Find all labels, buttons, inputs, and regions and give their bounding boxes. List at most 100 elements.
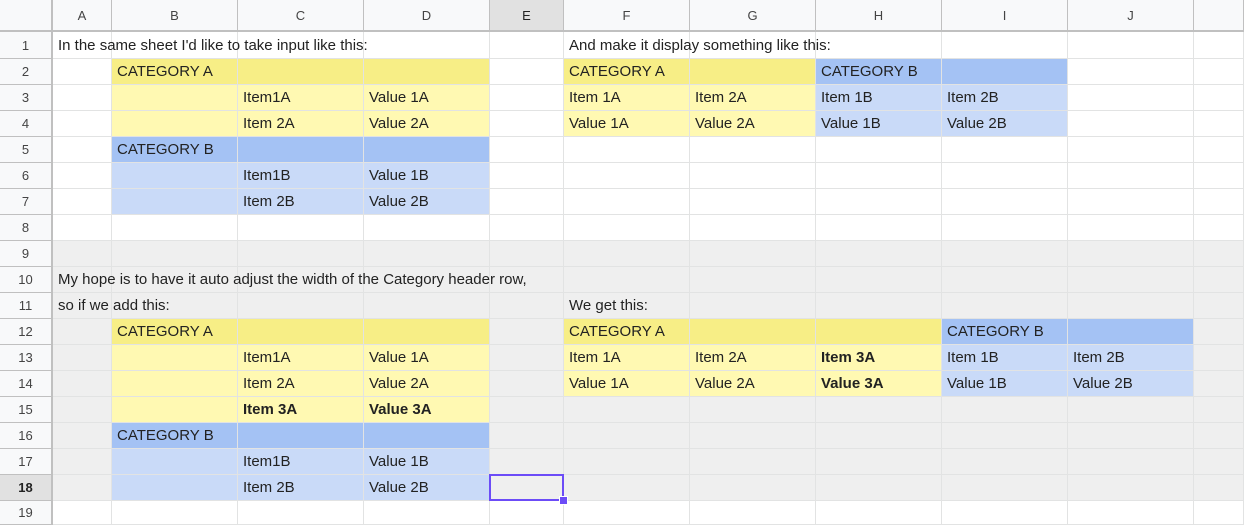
cell-i17[interactable] — [942, 449, 1068, 475]
cell-i4[interactable]: Value 2B — [942, 111, 1068, 137]
cell-f1[interactable]: And make it display something like this: — [564, 32, 831, 59]
cell-e5[interactable] — [490, 137, 564, 163]
column-header-e[interactable]: E — [490, 0, 564, 32]
cell-c5[interactable] — [238, 137, 364, 163]
cell-d19[interactable] — [364, 501, 490, 525]
cell-j9[interactable] — [1068, 241, 1194, 267]
cell-h13[interactable]: Item 3A — [816, 345, 942, 371]
cell-h10[interactable] — [816, 267, 942, 293]
cell-f12[interactable]: CATEGORY A — [564, 319, 690, 345]
cell-h4[interactable]: Value 1B — [816, 111, 942, 137]
cell-g10[interactable] — [690, 267, 816, 293]
row-header-3[interactable]: 3 — [0, 85, 53, 111]
row-header-12[interactable]: 12 — [0, 319, 53, 345]
cell-a18[interactable] — [53, 475, 112, 501]
cell-a13[interactable] — [53, 345, 112, 371]
cell-g4[interactable]: Value 2A — [690, 111, 816, 137]
cell-k3[interactable] — [1194, 85, 1244, 111]
cell-d18[interactable]: Value 2B — [364, 475, 490, 501]
cell-d4[interactable]: Value 2A — [364, 111, 490, 137]
cell-g18[interactable] — [690, 475, 816, 501]
cell-k9[interactable] — [1194, 241, 1244, 267]
cell-c18[interactable]: Item 2B — [238, 475, 364, 501]
cell-e4[interactable] — [490, 111, 564, 137]
cell-f4[interactable]: Value 1A — [564, 111, 690, 137]
cell-k19[interactable] — [1194, 501, 1244, 525]
cell-f9[interactable] — [564, 241, 690, 267]
cell-d5[interactable] — [364, 137, 490, 163]
cell-j18[interactable] — [1068, 475, 1194, 501]
cell-e16[interactable] — [490, 423, 564, 449]
cell-a15[interactable] — [53, 397, 112, 423]
cell-g5[interactable] — [690, 137, 816, 163]
cell-e19[interactable] — [490, 501, 564, 525]
cell-j14[interactable]: Value 2B — [1068, 371, 1194, 397]
cell-k13[interactable] — [1194, 345, 1244, 371]
cell-k12[interactable] — [1194, 319, 1244, 345]
cell-b15[interactable] — [112, 397, 238, 423]
row-header-7[interactable]: 7 — [0, 189, 53, 215]
cell-b13[interactable] — [112, 345, 238, 371]
cell-e17[interactable] — [490, 449, 564, 475]
cell-h9[interactable] — [816, 241, 942, 267]
cell-i12[interactable]: CATEGORY B — [942, 319, 1068, 345]
cell-h6[interactable] — [816, 163, 942, 189]
cell-d14[interactable]: Value 2A — [364, 371, 490, 397]
cell-a12[interactable] — [53, 319, 112, 345]
cell-g6[interactable] — [690, 163, 816, 189]
cell-c8[interactable] — [238, 215, 364, 241]
row-header-5[interactable]: 5 — [0, 137, 53, 163]
cell-h17[interactable] — [816, 449, 942, 475]
cell-a4[interactable] — [53, 111, 112, 137]
cell-j3[interactable] — [1068, 85, 1194, 111]
cell-d3[interactable]: Value 1A — [364, 85, 490, 111]
cell-c2[interactable] — [238, 59, 364, 85]
cell-f2[interactable]: CATEGORY A — [564, 59, 690, 85]
spreadsheet-grid[interactable]: A B C D E F G H I J 1 2 3 4 5 6 7 8 9 10 11 12 13 14 15 16 17 18 19 I… — [0, 0, 1244, 525]
cell-b4[interactable] — [112, 111, 238, 137]
row-header-6[interactable]: 6 — [0, 163, 53, 189]
cell-k17[interactable] — [1194, 449, 1244, 475]
cell-a1[interactable]: In the same sheet I'd like to take input… — [53, 32, 368, 59]
cell-j7[interactable] — [1068, 189, 1194, 215]
cell-c15[interactable]: Item 3A — [238, 397, 364, 423]
cell-j12[interactable] — [1068, 319, 1194, 345]
cell-i8[interactable] — [942, 215, 1068, 241]
cell-k6[interactable] — [1194, 163, 1244, 189]
cell-i2[interactable] — [942, 59, 1068, 85]
cell-d17[interactable]: Value 1B — [364, 449, 490, 475]
cell-b17[interactable] — [112, 449, 238, 475]
column-header-k[interactable] — [1194, 0, 1244, 32]
cell-b3[interactable] — [112, 85, 238, 111]
cell-h15[interactable] — [816, 397, 942, 423]
cell-c11[interactable] — [238, 293, 364, 319]
cell-b8[interactable] — [112, 215, 238, 241]
cell-a16[interactable] — [53, 423, 112, 449]
cell-j10[interactable] — [1068, 267, 1194, 293]
cell-j6[interactable] — [1068, 163, 1194, 189]
cell-f10[interactable] — [564, 267, 690, 293]
cell-f18[interactable] — [564, 475, 690, 501]
cell-d13[interactable]: Value 1A — [364, 345, 490, 371]
cell-i7[interactable] — [942, 189, 1068, 215]
row-header-10[interactable]: 10 — [0, 267, 53, 293]
cell-j2[interactable] — [1068, 59, 1194, 85]
cell-b6[interactable] — [112, 163, 238, 189]
cell-c6[interactable]: Item1B — [238, 163, 364, 189]
cell-j4[interactable] — [1068, 111, 1194, 137]
cell-i18[interactable] — [942, 475, 1068, 501]
cell-d9[interactable] — [364, 241, 490, 267]
cell-h1[interactable] — [816, 32, 942, 59]
cell-b2[interactable]: CATEGORY A — [112, 59, 238, 85]
column-header-h[interactable]: H — [816, 0, 942, 32]
cell-c13[interactable]: Item1A — [238, 345, 364, 371]
cell-j15[interactable] — [1068, 397, 1194, 423]
cell-c3[interactable]: Item1A — [238, 85, 364, 111]
cell-h18[interactable] — [816, 475, 942, 501]
row-header-2[interactable]: 2 — [0, 59, 53, 85]
row-header-11[interactable]: 11 — [0, 293, 53, 319]
cell-j17[interactable] — [1068, 449, 1194, 475]
cell-d11[interactable] — [364, 293, 490, 319]
cell-i11[interactable] — [942, 293, 1068, 319]
row-header-4[interactable]: 4 — [0, 111, 53, 137]
